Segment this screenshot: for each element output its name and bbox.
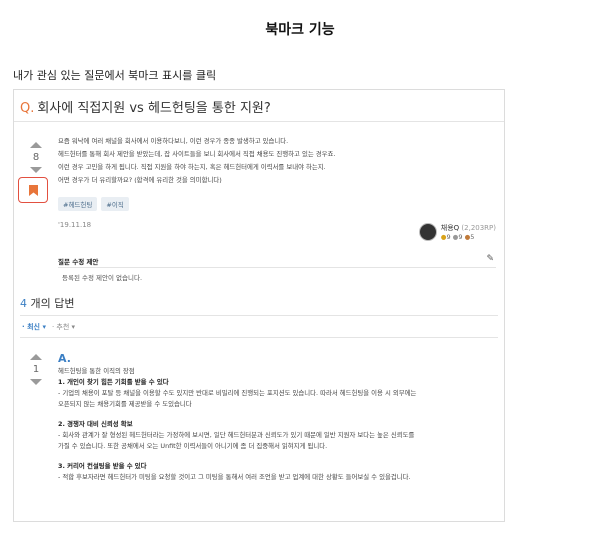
caret-down-icon: ▾: [71, 323, 76, 331]
answers-label: 개의 답변: [30, 297, 75, 310]
answer-line: - 적합 후보자라면 헤드헌터가 미팅을 요청할 것이고 그 미팅을 통해서 여…: [58, 473, 411, 481]
question-title: 회사에 직접지원 vs 헤드헌팅을 통한 지원?: [37, 101, 271, 116]
answers-header: 4 개의 답변: [20, 295, 74, 311]
question-vote-box: 8: [24, 142, 48, 173]
gold-count: 9: [446, 233, 451, 241]
divider: [58, 267, 496, 268]
answer-spacer: [58, 452, 498, 461]
question-body: 요즘 워낙에 여러 채널을 회사에서 이용하다보니, 이런 경우가 종종 발생하…: [58, 135, 498, 187]
answer-heading: 2. 경쟁자 대비 신뢰성 확보: [58, 420, 133, 428]
author-name: 채용Q (2,203RP): [441, 223, 496, 233]
sort-options: · 최신 ▾ · 추천 ▾: [22, 322, 75, 332]
vote-up-icon[interactable]: [30, 354, 42, 360]
question-body-line: 헤드헌터를 통해 회사 제안을 받았는데, 잡 사이트들을 보니 회사에서 직접…: [58, 150, 336, 158]
answers-count: 4: [20, 297, 27, 310]
answer-vote-box: 1: [24, 354, 48, 385]
intro-text: 내가 관심 있는 질문에서 북마크 표시를 클릭: [13, 69, 217, 82]
author-medals: ●9 ●9 ●5: [441, 233, 496, 241]
answer-vote-count: 1: [32, 364, 40, 375]
page-title: 북마크 기능: [265, 22, 335, 38]
vote-down-icon[interactable]: [30, 379, 42, 385]
question-card: Q. 회사에 직접지원 vs 헤드헌팅을 통한 지원? 8 요즘 워낙에 여러 채…: [13, 89, 505, 522]
pencil-icon[interactable]: ✎: [486, 254, 494, 264]
author-info[interactable]: 채용Q (2,203RP) ●9 ●9 ●5: [418, 223, 496, 241]
edit-suggestion-empty: 등록된 수정 제안이 없습니다.: [62, 274, 143, 282]
tag-headhunting[interactable]: #헤드헌팅: [58, 197, 98, 211]
answer-line: 가질 수 있습니다. 또한 공채에서 오는 Unfit한 이력서들이 아니기에 …: [58, 442, 328, 450]
caret-down-icon: ▾: [42, 323, 46, 331]
avatar[interactable]: [418, 223, 437, 241]
author-points: (2,203RP): [461, 224, 496, 232]
question-body-line: 어떤 경우가 더 유리할까요? (합격에 유리한 것을 의미합니다): [58, 176, 222, 184]
sort-latest[interactable]: · 최신 ▾: [22, 322, 46, 332]
answer-line: 헤드헌팅을 통한 이직의 장점: [58, 367, 135, 375]
question-body-line: 요즘 워낙에 여러 채널을 회사에서 이용하다보니, 이런 경우가 종종 발생하…: [58, 137, 289, 145]
bookmark-button[interactable]: [18, 177, 48, 203]
question-date: '19.11.18: [58, 221, 92, 229]
answer-line: 오픈되지 않는 채용기회를 제공받을 수 도있습니다: [58, 400, 192, 408]
tag-job-change[interactable]: #이직: [101, 197, 129, 211]
vote-up-icon[interactable]: [30, 142, 42, 148]
answer-line: - 회사와 관계가 잘 형성된 헤드헌터라는 가정하에 보시면, 일단 헤드헌터…: [58, 431, 415, 439]
sort-recommend-label: 추천: [56, 323, 70, 331]
edit-suggestion-title: 질문 수정 제안: [58, 258, 99, 266]
answer-heading: 1. 개인이 찾기 힘든 기회를 받을 수 있다: [58, 378, 169, 386]
bronze-count: 5: [470, 233, 475, 241]
vote-down-icon[interactable]: [30, 167, 42, 173]
silver-count: 9: [458, 233, 463, 241]
tag-list: #헤드헌팅 #이직: [58, 197, 129, 211]
author-username: 채용Q: [440, 224, 460, 232]
divider: [20, 315, 498, 316]
divider: [20, 337, 498, 338]
answer-body: 헤드헌팅을 통한 이직의 장점 1. 개인이 찾기 힘든 기회를 받을 수 있다 -…: [58, 366, 498, 483]
answer-heading: 3. 커리어 컨설팅을 받을 수 있다: [58, 462, 147, 470]
answer-mark: A.: [58, 352, 71, 365]
question-mark: Q.: [20, 101, 35, 116]
question-vote-count: 8: [32, 152, 40, 163]
answer-line: - 기업의 채용이 포탈 등 채널을 이용할 수도 있지만 반대로 비밀리에 진…: [58, 389, 417, 397]
sort-latest-label: 최신: [27, 323, 40, 331]
sort-recommend[interactable]: · 추천 ▾: [52, 322, 75, 332]
answer-spacer: [58, 410, 498, 419]
bookmark-icon: [28, 184, 38, 196]
question-header: Q. 회사에 직접지원 vs 헤드헌팅을 통한 지원?: [14, 90, 504, 122]
question-body-line: 이런 경우 고민을 하게 됩니다. 직접 지원을 하야 하는지, 혹은 헤드헌터…: [58, 163, 326, 171]
